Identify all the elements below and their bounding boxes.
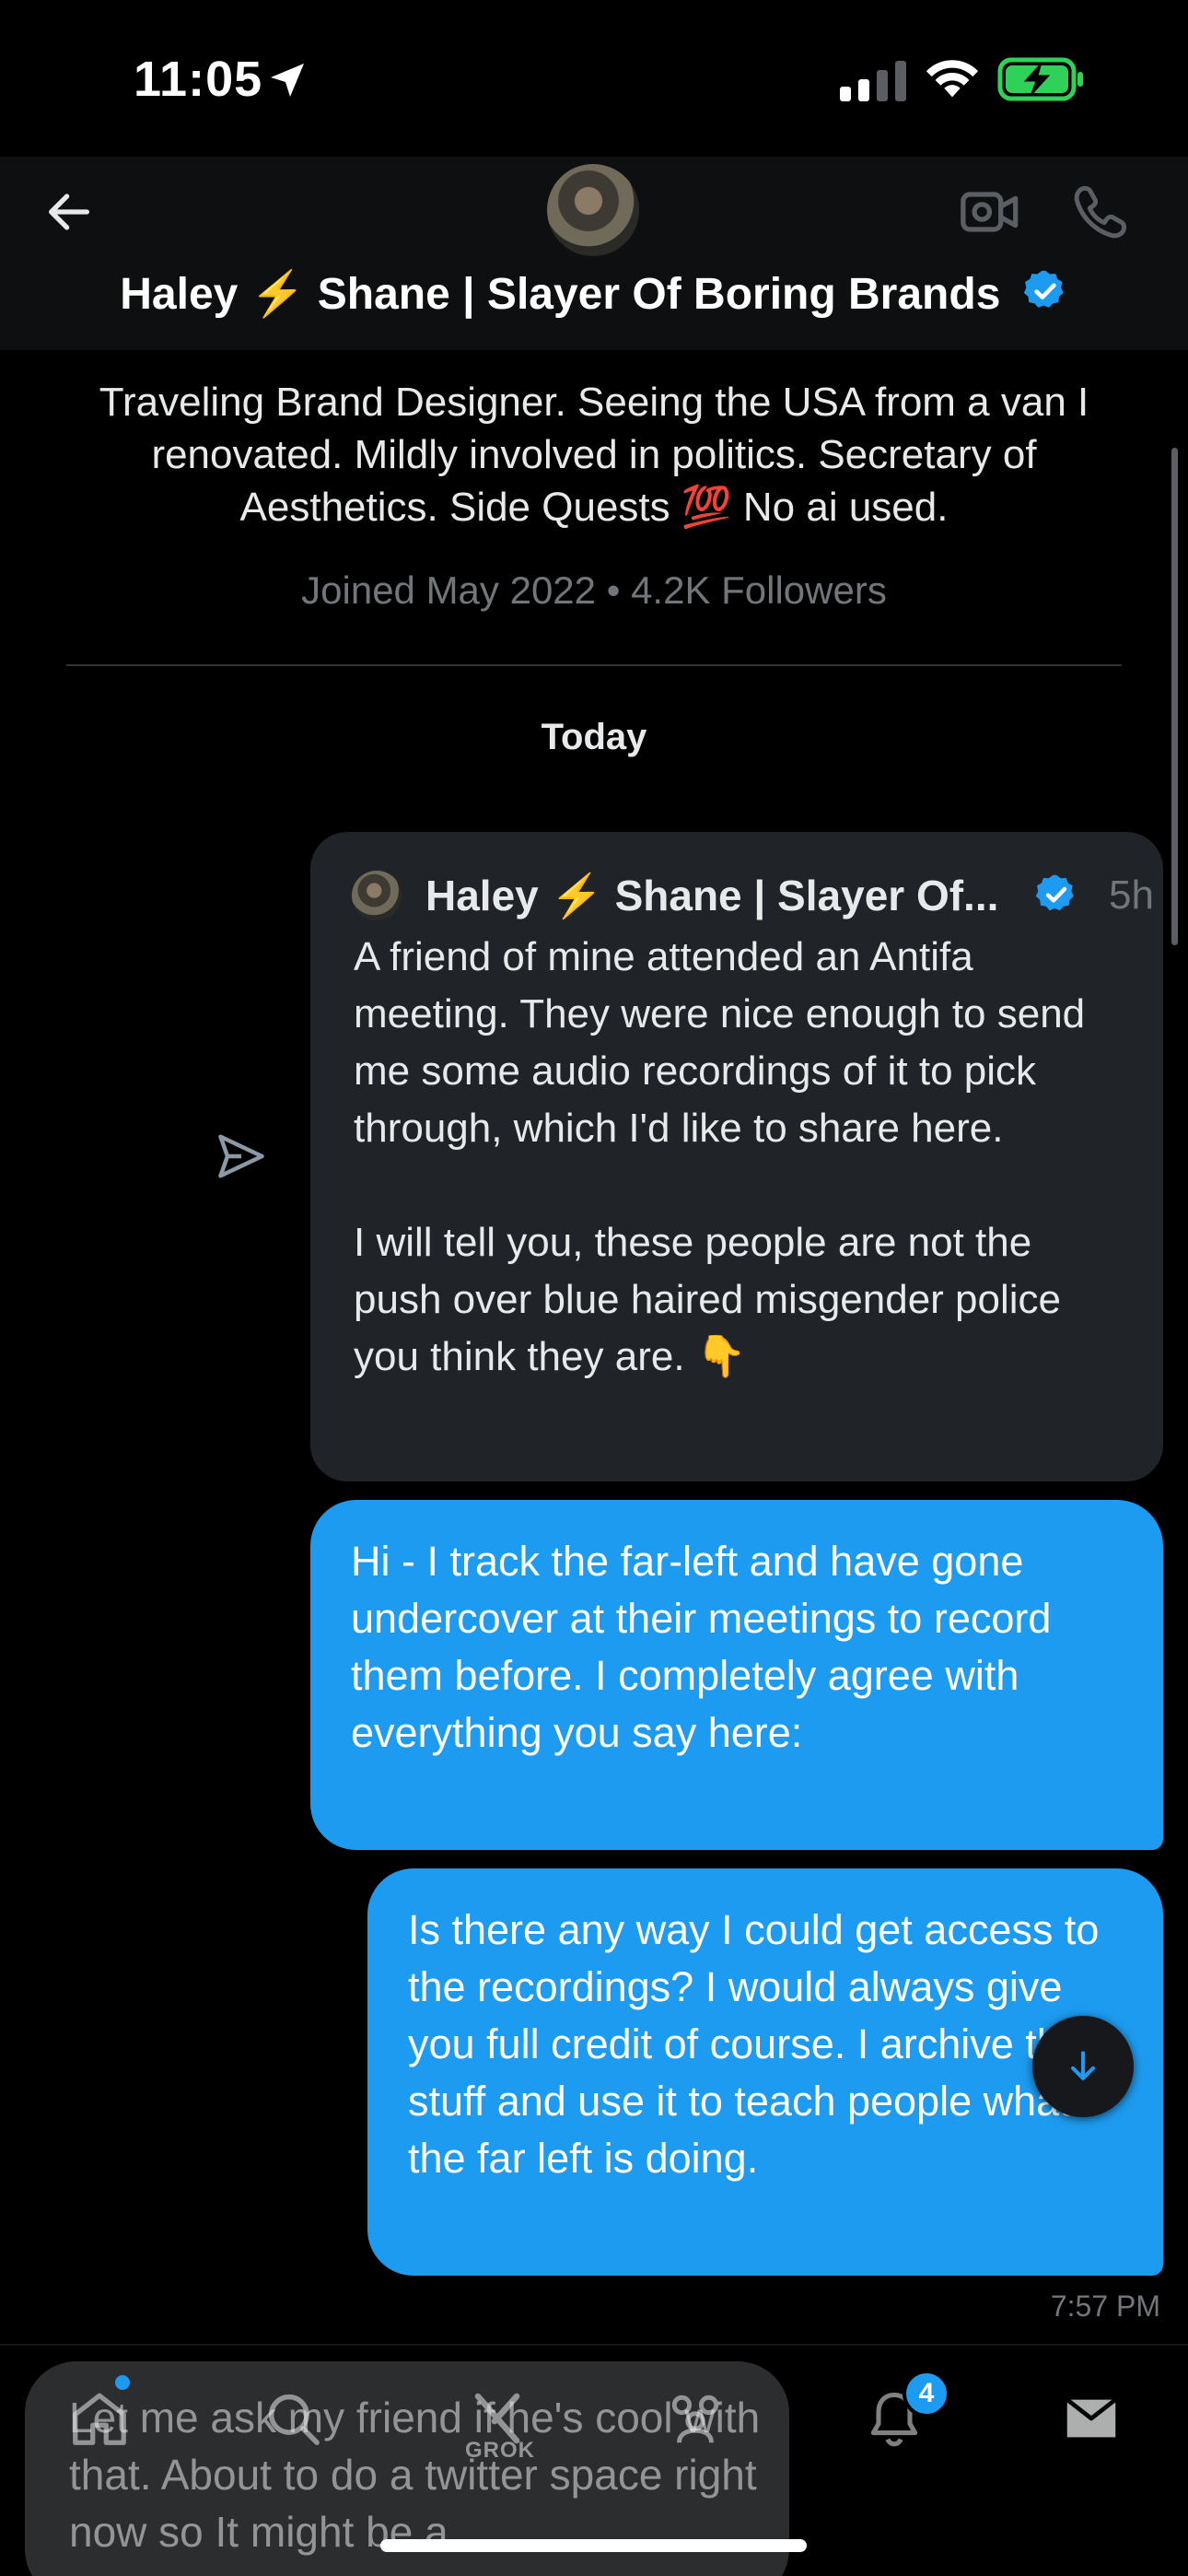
date-separator: Today [541,717,647,757]
home-indicator[interactable] [380,2539,807,2552]
shared-post-author: Haley ⚡️ Shane | Slayer Of... [425,872,999,919]
shared-post-avatar [352,871,402,920]
cellular-signal-icon [840,61,906,101]
tab-home[interactable] [53,2372,146,2465]
tab-search[interactable] [247,2372,339,2465]
profile-meta: Joined May 2022 • 4.2K Followers [301,568,887,612]
conversation-header: Haley ⚡️ Shane | Slayer Of Boring Brands [0,157,1188,350]
notifications-badge: 4 [903,2370,950,2418]
tab-messages[interactable] [1045,2372,1137,2465]
shared-post-card[interactable]: Haley ⚡️ Shane | Slayer Of... 5h A frien… [310,832,1163,1481]
home-unread-dot [115,2375,130,2390]
profile-bio: Traveling Brand Designer. Seeing the USA… [99,380,1089,530]
status-time: 11:05 [134,52,263,107]
phone-icon[interactable] [1068,180,1133,244]
scroll-to-bottom-button[interactable] [1032,2016,1134,2117]
status-bar: 11:05 [0,0,1188,157]
video-call-icon[interactable] [958,180,1022,244]
tab-communities[interactable] [649,2372,741,2465]
shared-post-text: A friend of mine attended an Antifa meet… [354,934,1086,1379]
contact-name: Haley ⚡️ Shane | Slayer Of Boring Brands [120,270,1001,319]
verified-badge-icon [1023,270,1064,308]
back-button[interactable] [37,180,101,244]
shared-post-age: 5h [1109,872,1154,918]
verified-badge-icon [1035,874,1074,911]
battery-charging-icon [997,57,1083,101]
search-icon [268,2394,320,2445]
profile-avatar[interactable] [547,164,639,256]
communities-icon [671,2395,719,2443]
scrollbar[interactable] [1171,448,1178,945]
message-bubble-outgoing[interactable]: Hi - I track the far-left and have gone … [310,1500,1163,1850]
arrow-left-icon [49,193,89,230]
message-timestamp: 7:57 PM [1050,2289,1160,2323]
section-divider [66,664,1122,666]
shared-post-header: Haley ⚡️ Shane | Slayer Of... 5h [352,867,1154,922]
wifi-icon [926,60,979,98]
grok-label: GROK [465,2438,535,2463]
tab-bar-divider [0,2344,1188,2346]
location-arrow-icon [271,64,304,97]
arrow-down-icon [1070,2051,1096,2080]
contact-name-row[interactable]: Haley ⚡️ Shane | Slayer Of Boring Brands [0,267,1188,320]
share-send-icon[interactable] [214,1129,269,1184]
home-icon [73,2393,126,2445]
mail-icon [1066,2397,1117,2438]
dm-conversation-screen: 11:05 Haley ⚡️ Shane | Slayer Of Boring … [0,0,1188,2576]
